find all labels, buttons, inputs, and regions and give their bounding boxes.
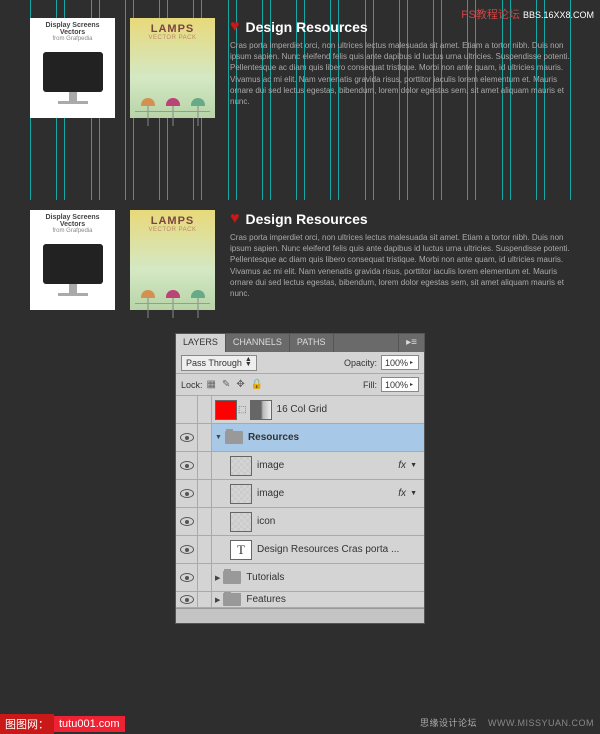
layers-list: ⬚ 16 Col Grid ▼ Resources image fx ▼: [176, 396, 424, 608]
layer-group-row[interactable]: ▶ Features: [176, 592, 424, 608]
thumb-subtitle: VECTOR PACK: [135, 227, 210, 233]
resource-row: Display Screens Vectors from Grafpedia L…: [0, 200, 600, 320]
visibility-toggle[interactable]: [176, 480, 198, 507]
layer-name: Design Resources Cras porta ...: [257, 544, 399, 555]
chevron-down-icon[interactable]: ▼: [410, 490, 417, 497]
watermark-top-right: PS教程论坛 BBS.16XX8.COM: [461, 6, 594, 22]
lock-fill-row: Lock: ▦ ✎ ✥ 🔒 Fill: 100%▸: [176, 374, 424, 396]
design-canvas-guides: Display Screens Vectors from Grafpedia L…: [0, 0, 600, 200]
layer-thumbnail: [215, 400, 237, 420]
lock-paint-icon[interactable]: ✎: [222, 379, 230, 390]
blend-mode-value: Pass Through: [186, 358, 242, 368]
eye-icon: [180, 573, 194, 582]
layers-panel: LAYERS CHANNELS PATHS ▸≡ Pass Through ▲▼…: [175, 333, 425, 624]
dropdown-arrows-icon: ▲▼: [245, 358, 252, 366]
collapse-arrow-icon[interactable]: ▼: [215, 434, 222, 441]
watermark-bottom-left: 图图网： tutu001.com: [0, 715, 125, 733]
tab-paths[interactable]: PATHS: [290, 334, 334, 352]
layer-row[interactable]: image fx ▼: [176, 452, 424, 480]
thumb-title: Display Screens Vectors: [34, 22, 111, 36]
panel-menu-icon[interactable]: ▸≡: [398, 334, 424, 352]
layer-thumbnail: [230, 512, 252, 532]
resource-text-block: ♥ Design Resources Cras porta imperdiet …: [230, 210, 570, 310]
visibility-toggle[interactable]: [176, 536, 198, 563]
resource-title: Design Resources: [246, 19, 368, 35]
text-layer-icon: T: [230, 540, 252, 560]
layer-name: image: [257, 460, 284, 471]
layer-group-row[interactable]: ▼ Resources: [176, 424, 424, 452]
eye-icon: [180, 489, 194, 498]
fill-label: Fill:: [363, 380, 377, 390]
blend-mode-dropdown[interactable]: Pass Through ▲▼: [181, 355, 257, 371]
blend-opacity-row: Pass Through ▲▼ Opacity: 100%▸: [176, 352, 424, 374]
resource-body: Cras porta imperdiet orci, non ultrices …: [230, 40, 570, 107]
opacity-label: Opacity:: [344, 358, 377, 368]
layer-row[interactable]: ⬚ 16 Col Grid: [176, 396, 424, 424]
eye-icon: [180, 545, 194, 554]
layer-name: Features: [246, 594, 285, 605]
layer-mask-thumbnail: [250, 400, 272, 420]
thumb-subtitle: from Grafpedia: [52, 228, 92, 234]
layer-row[interactable]: image fx ▼: [176, 480, 424, 508]
layer-name: icon: [257, 516, 275, 527]
folder-icon: [223, 571, 241, 584]
layer-row[interactable]: T Design Resources Cras porta ...: [176, 536, 424, 564]
opacity-input[interactable]: 100%▸: [381, 355, 419, 370]
lock-all-icon[interactable]: 🔒: [251, 379, 263, 390]
visibility-toggle[interactable]: [176, 564, 198, 591]
layer-name: Tutorials: [246, 572, 284, 583]
monitor-icon: [43, 244, 103, 284]
layer-name: image: [257, 488, 284, 499]
eye-icon: [180, 595, 194, 604]
layer-name: 16 Col Grid: [277, 404, 328, 415]
chevron-down-icon[interactable]: ▼: [410, 462, 417, 469]
fx-label: fx: [398, 460, 406, 471]
resource-text-block: ♥ Design Resources Cras porta imperdiet …: [230, 18, 570, 118]
heart-icon: ♥: [230, 210, 240, 228]
folder-icon: [223, 593, 241, 606]
lock-label: Lock:: [181, 380, 203, 390]
collapse-arrow-icon[interactable]: ▶: [215, 574, 220, 582]
eye-icon: [180, 517, 194, 526]
fill-input[interactable]: 100%▸: [381, 377, 419, 392]
heart-icon: ♥: [230, 18, 240, 36]
visibility-toggle[interactable]: [176, 592, 198, 607]
design-canvas-plain: Display Screens Vectors from Grafpedia L…: [0, 200, 600, 335]
watermark-bottom-right: 思缘设计论坛 WWW.MISSYUAN.COM: [420, 716, 594, 729]
lock-transparent-icon[interactable]: ▦: [207, 379, 216, 390]
thumbnail-lamps: LAMPS VECTOR PACK: [130, 18, 215, 118]
tab-layers[interactable]: LAYERS: [176, 334, 226, 352]
eye-icon: [180, 433, 194, 442]
thumb-title: Display Screens Vectors: [34, 214, 111, 228]
lock-position-icon[interactable]: ✥: [236, 379, 244, 390]
thumbnail-display-screens: Display Screens Vectors from Grafpedia: [30, 210, 115, 310]
resource-title: Design Resources: [246, 211, 368, 227]
visibility-toggle[interactable]: [176, 508, 198, 535]
resource-body: Cras porta imperdiet orci, non ultrices …: [230, 232, 570, 299]
panel-bottom-bar: [176, 608, 424, 623]
eye-icon: [180, 461, 194, 470]
visibility-toggle[interactable]: [176, 396, 198, 423]
tab-channels[interactable]: CHANNELS: [226, 334, 290, 352]
folder-icon: [225, 431, 243, 444]
layer-thumbnail: [230, 484, 252, 504]
thumbnail-lamps: LAMPS VECTOR PACK: [130, 210, 215, 310]
collapse-arrow-icon[interactable]: ▶: [215, 596, 220, 604]
visibility-toggle[interactable]: [176, 424, 198, 451]
thumb-subtitle: from Grafpedia: [52, 36, 92, 42]
link-icon: ⬚: [238, 404, 247, 415]
layer-group-row[interactable]: ▶ Tutorials: [176, 564, 424, 592]
thumbnail-display-screens: Display Screens Vectors from Grafpedia: [30, 18, 115, 118]
visibility-toggle[interactable]: [176, 452, 198, 479]
layer-row[interactable]: icon: [176, 508, 424, 536]
layer-thumbnail: [230, 456, 252, 476]
thumb-title: LAMPS: [135, 215, 210, 227]
monitor-icon: [43, 52, 103, 92]
layer-name: Resources: [248, 432, 299, 443]
fx-label: fx: [398, 488, 406, 499]
resource-row: Display Screens Vectors from Grafpedia L…: [0, 8, 600, 128]
thumb-title: LAMPS: [135, 23, 210, 35]
thumb-subtitle: VECTOR PACK: [135, 35, 210, 41]
panel-tabs: LAYERS CHANNELS PATHS ▸≡: [176, 334, 424, 352]
